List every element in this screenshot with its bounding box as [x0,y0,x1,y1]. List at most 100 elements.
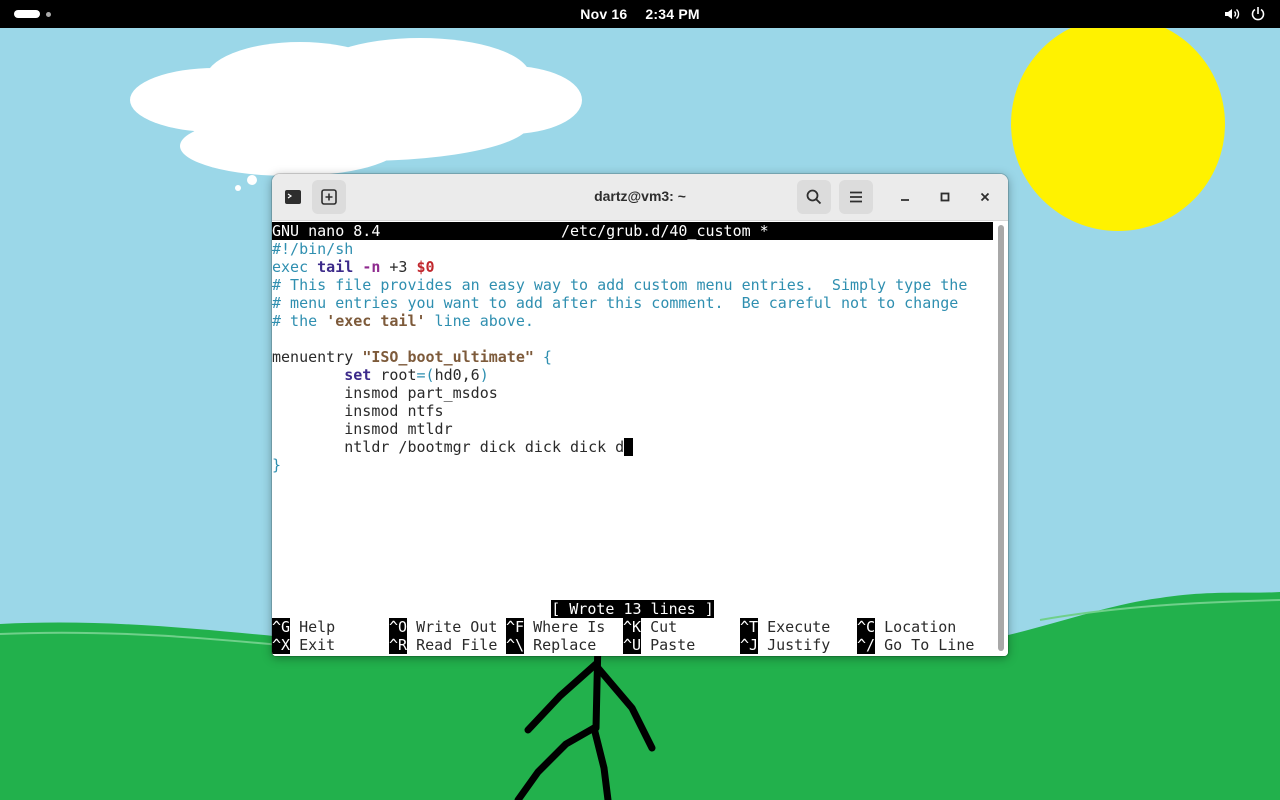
terminal-window[interactable]: dartz@vm3: ~ GNU nano 8.4 /etc/grub.d/40… [272,174,1008,656]
token: root [371,366,417,384]
new-tab-button[interactable] [312,180,346,214]
editor-line[interactable]: insmod part_msdos [272,384,993,402]
shortcut-label: Help [299,618,336,636]
status-line: [ Wrote 13 lines ] [272,600,993,618]
close-icon [980,192,990,202]
status-message: [ Wrote 13 lines ] [551,600,714,618]
editor-line-empty[interactable] [272,330,993,348]
shortcut-label: Replace [533,636,597,654]
maximize-icon [940,192,950,202]
shortcut-key: ^\ [506,636,525,654]
token: ntldr /bootmgr dick dick dick d [272,438,625,456]
editor-line[interactable]: } [272,456,993,474]
editor-line[interactable]: # This file provides an easy way to add … [272,276,993,294]
scrollbar[interactable] [996,225,1006,655]
token: exec [272,258,318,276]
shortcut-label: Cut [650,618,678,636]
shortcut-label: Where Is [533,618,606,636]
shortcut-label: Execute [767,618,831,636]
editor-line[interactable]: ntldr /bootmgr dick dick dick d [272,438,993,456]
shortcut-key: ^F [506,618,525,636]
shortcut-justify[interactable]: ^J Justify [740,636,830,654]
editor-line[interactable]: insmod mtldr [272,420,993,438]
editor-line[interactable]: menuentry "ISO_boot_ultimate" { [272,348,993,366]
new-tab-icon [321,189,337,205]
token: menuentry [272,348,363,366]
window-headerbar[interactable]: dartz@vm3: ~ [272,174,1008,221]
nano-title-bar: GNU nano 8.4 /etc/grub.d/40_custom * [272,222,993,240]
editor-line[interactable]: exec tail -n +3 $0 [272,258,993,276]
shortcut-key: ^C [857,618,876,636]
shortcut-label: Location [884,618,957,636]
editor-line[interactable]: insmod ntfs [272,402,993,420]
shortcut-paste[interactable]: ^U Paste [623,636,695,654]
terminal-content[interactable]: GNU nano 8.4 /etc/grub.d/40_custom * #!/… [272,221,1008,656]
shortcut-key: ^U [623,636,642,654]
shortcut-key: ^K [623,618,642,636]
maximize-button[interactable] [933,185,957,209]
token: ) [479,366,489,384]
terminal-icon[interactable] [276,180,310,214]
editor-line[interactable]: # menu entries you want to add after thi… [272,294,993,312]
shortcut-key: ^/ [857,636,876,654]
workspace-dot [46,12,51,17]
shortcut-read-file[interactable]: ^R Read File [389,636,497,654]
clock: Nov 16 2:34 PM [0,6,1280,22]
volume-icon[interactable] [1224,6,1240,22]
top-bar: Nov 16 2:34 PM [0,0,1280,28]
editor-line[interactable]: # the 'exec tail' line above. [272,312,993,330]
system-status-area[interactable] [1224,6,1266,22]
shortcut-key: ^J [740,636,759,654]
nano-filename: /etc/grub.d/40_custom * [561,222,769,240]
shortcut-key: ^G [272,618,291,636]
minimize-button[interactable] [893,185,917,209]
hamburger-menu-icon [850,191,862,203]
shortcut-location[interactable]: ^C Location [857,618,956,636]
editor-line[interactable]: #!/bin/sh [272,240,993,258]
token: tail [317,258,354,276]
nano-version: GNU nano 8.4 [272,222,381,240]
shortcut-label: Go To Line [884,636,975,654]
token: hd0,6 [434,366,480,384]
shortcut-where-is[interactable]: ^F Where Is [506,618,605,636]
shortcut-replace[interactable]: ^\ Replace [506,636,596,654]
workspace-pill [14,10,40,18]
shortcut-cut[interactable]: ^K Cut [623,618,677,636]
scrollbar-thumb[interactable] [998,225,1004,651]
editor-line[interactable]: set root=(hd0,6) [272,366,993,384]
shortcut-key: ^T [740,618,759,636]
shortcut-execute[interactable]: ^T Execute [740,618,830,636]
shortcut-exit[interactable]: ^X Exit [272,636,335,654]
token: $0 [416,258,435,276]
shortcut-write-out[interactable]: ^O Write Out [389,618,497,636]
token: +3 [380,258,417,276]
minimize-icon [901,199,909,201]
text-cursor [624,438,634,456]
shortcut-key: ^O [389,618,408,636]
shortcut-key: ^R [389,636,408,654]
menu-button[interactable] [839,180,873,214]
token: # the [272,312,327,330]
shortcut-go-to-line[interactable]: ^/ Go To Line [857,636,974,654]
shortcut-label: Read File [416,636,498,654]
token: line above. [425,312,534,330]
search-button[interactable] [797,180,831,214]
clock-date[interactable]: Nov 16 [580,6,627,22]
shortcut-label: Justify [767,636,831,654]
close-button[interactable] [973,185,997,209]
shortcut-key: ^X [272,636,291,654]
shortcut-label: Exit [299,636,336,654]
clock-time[interactable]: 2:34 PM [645,6,699,22]
token: set [344,366,372,384]
shortcut-help[interactable]: ^G Help [272,618,335,636]
shortcut-label: Write Out [416,618,498,636]
power-icon[interactable] [1250,6,1266,22]
token: "ISO_boot_ultimate" [362,348,534,366]
token: { [533,348,552,366]
token: -n [362,258,381,276]
search-icon [806,189,822,205]
token: =( [416,366,435,384]
token: 'exec tail' [326,312,426,330]
shortcut-label: Paste [650,636,696,654]
